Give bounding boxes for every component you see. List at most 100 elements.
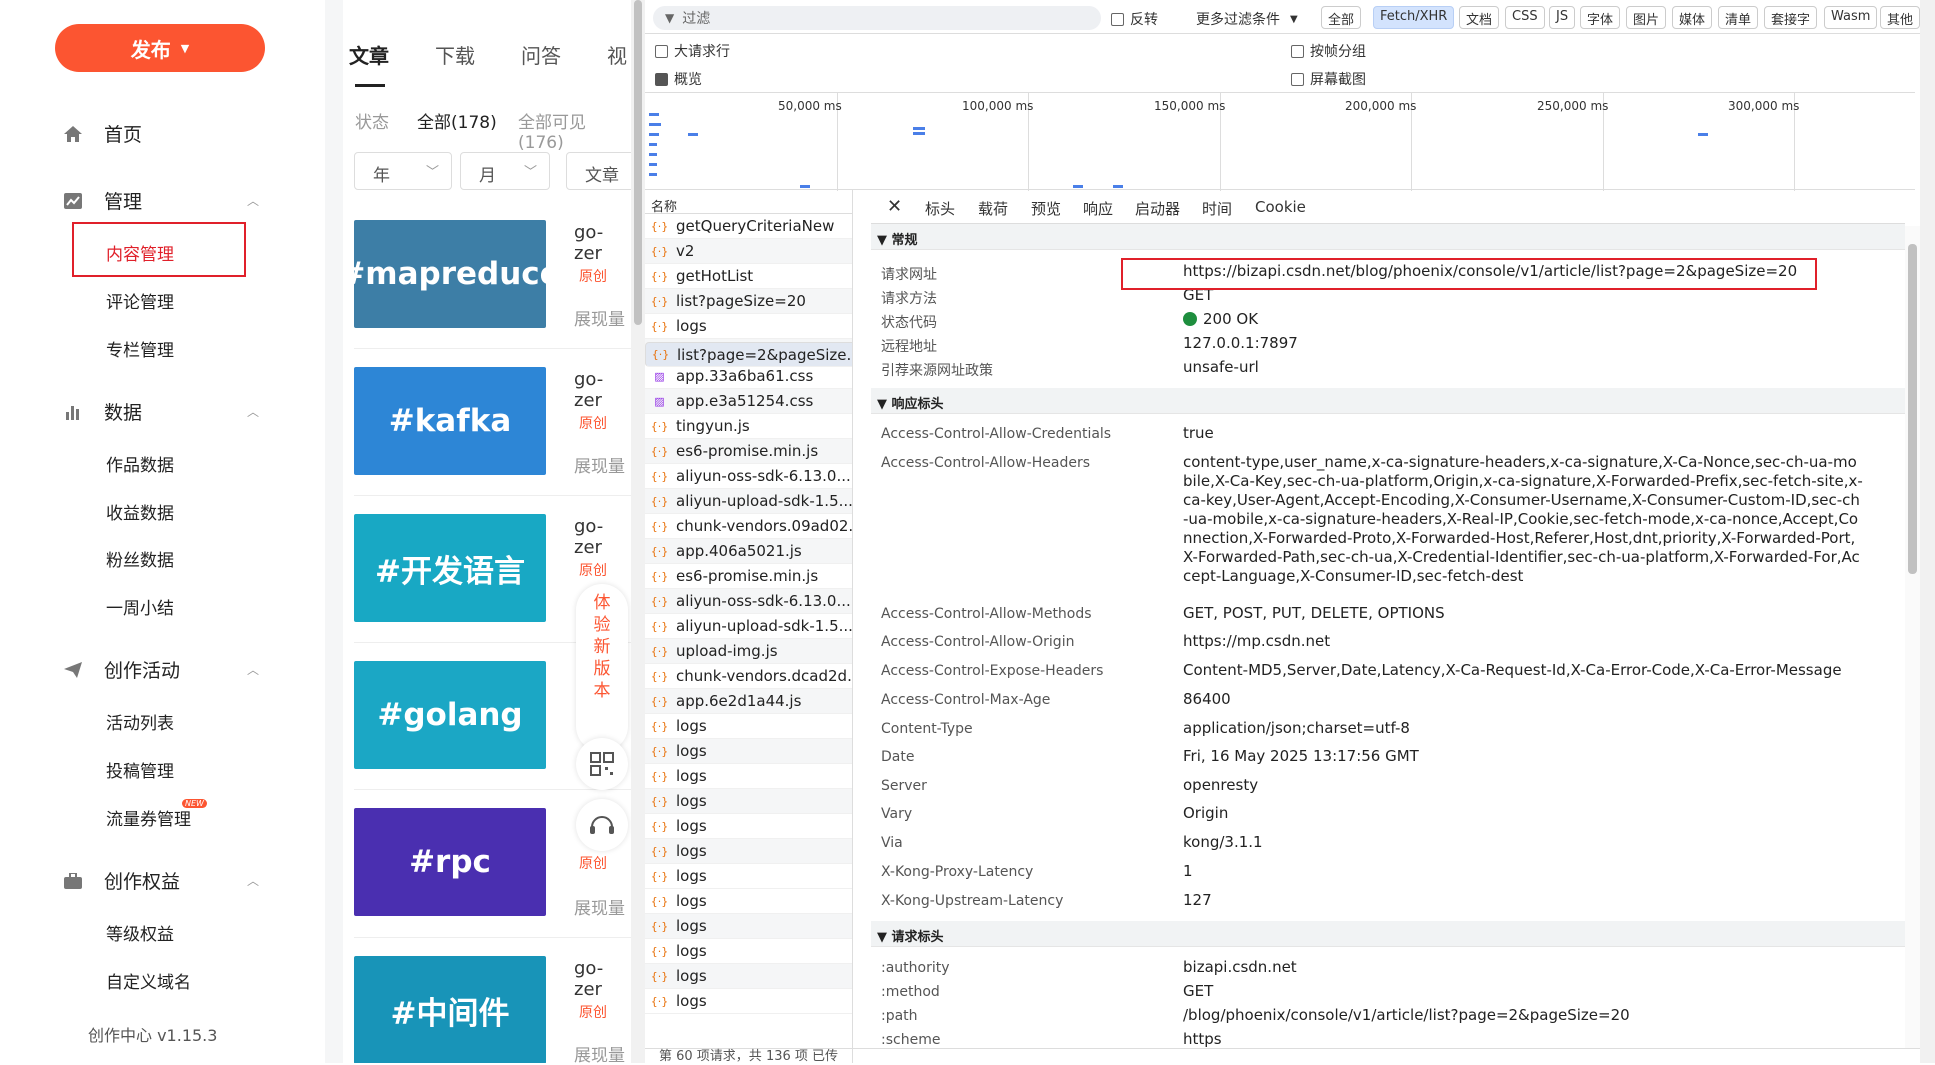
tab-qa[interactable]: 问答 xyxy=(521,40,561,69)
nav-level-rights[interactable]: 等级权益 xyxy=(106,920,174,945)
nav-content-mgmt[interactable]: 内容管理 xyxy=(106,240,174,265)
request-row[interactable]: {·} list?page=2&pageSize... xyxy=(645,342,852,367)
nav-income-data[interactable]: 收益数据 xyxy=(106,499,174,524)
article-cover[interactable]: #开发语言 xyxy=(354,514,546,622)
filter-input[interactable]: ▼ 过滤 xyxy=(653,6,1101,30)
request-row[interactable]: {·} aliyun-oss-sdk-6.13.0.... xyxy=(645,589,852,614)
type-filter-other[interactable]: 其他 xyxy=(1880,6,1921,29)
article-cover[interactable]: #golang xyxy=(354,661,546,769)
article-cover[interactable]: #中间件 xyxy=(354,956,546,1063)
group-by-frame-checkbox[interactable]: 按帧分组 xyxy=(1291,41,1366,61)
response-headers-section-header[interactable]: ▼ 响应标头 xyxy=(871,388,1905,414)
nav-works-data[interactable]: 作品数据 xyxy=(106,451,174,476)
nav-column-mgmt[interactable]: 专栏管理 xyxy=(106,336,174,361)
tab-cookie[interactable]: Cookie xyxy=(1255,198,1306,216)
request-row[interactable]: {·} es6-promise.min.js xyxy=(645,439,852,464)
tab-headers[interactable]: 标头 xyxy=(925,198,956,227)
article-cover[interactable]: #kafka xyxy=(354,367,546,475)
type-filter-manifest[interactable]: 清单 xyxy=(1718,6,1759,29)
request-row[interactable]: {·} getQueryCriteriaNew xyxy=(645,214,852,239)
tab-article[interactable]: 文章 xyxy=(349,40,389,69)
nav-activity-list[interactable]: 活动列表 xyxy=(106,709,174,734)
request-row[interactable]: {·} logs xyxy=(645,764,852,789)
request-row[interactable]: {·} logs xyxy=(645,914,852,939)
type-filter-wasm[interactable]: Wasm xyxy=(1824,6,1878,29)
nav-custom-domain[interactable]: 自定义域名 xyxy=(106,968,191,993)
request-row[interactable]: {·} logs xyxy=(645,314,852,339)
type-select[interactable]: 文章 xyxy=(566,152,631,190)
nav-weekly[interactable]: 一周小结 xyxy=(106,594,174,619)
type-filter-css[interactable]: CSS xyxy=(1505,6,1545,29)
nav-fans-data[interactable]: 粉丝数据 xyxy=(106,546,174,571)
request-row[interactable]: {·} v2 xyxy=(645,239,852,264)
nav-rights[interactable]: 创作权益 ︿ xyxy=(62,867,259,894)
screenshots-checkbox[interactable]: 屏幕截图 xyxy=(1291,69,1366,89)
nav-activity[interactable]: 创作活动 ︿ xyxy=(62,656,259,683)
qrcode-icon[interactable] xyxy=(576,738,628,790)
request-row[interactable]: {·} logs xyxy=(645,789,852,814)
big-rows-checkbox[interactable]: 大请求行 xyxy=(655,41,730,61)
request-row[interactable]: {·} logs xyxy=(645,939,852,964)
tab-download[interactable]: 下载 xyxy=(435,40,475,69)
nav-data[interactable]: 数据 ︿ xyxy=(62,398,259,425)
tab-response[interactable]: 响应 xyxy=(1083,198,1113,219)
request-row[interactable]: {·} chunk-vendors.dcad2d... xyxy=(645,664,852,689)
request-row[interactable]: {·} aliyun-upload-sdk-1.5.... xyxy=(645,489,852,514)
request-row[interactable]: {·} logs xyxy=(645,714,852,739)
overview-checkbox[interactable]: 概览 xyxy=(655,69,702,89)
type-filter-font[interactable]: 字体 xyxy=(1580,6,1621,29)
request-row[interactable]: {·} upload-img.js xyxy=(645,639,852,664)
year-select[interactable]: 年 ﹀ xyxy=(354,152,452,190)
scrollbar-thumb[interactable] xyxy=(1908,244,1917,574)
article-cover[interactable]: #mapreduce xyxy=(343,220,561,328)
request-row[interactable]: {·} app.406a5021.js xyxy=(645,539,852,564)
tab-payload[interactable]: 载荷 xyxy=(978,198,1008,219)
nav-comment-mgmt[interactable]: 评论管理 xyxy=(106,288,174,313)
request-row[interactable]: {·} tingyun.js xyxy=(645,414,852,439)
article-cover[interactable]: #rpc xyxy=(354,808,546,916)
more-filters-dropdown[interactable]: 更多过滤条件 ▼ xyxy=(1196,9,1298,29)
nav-submission[interactable]: 投稿管理 xyxy=(106,757,174,782)
request-row[interactable]: {·} logs xyxy=(645,989,852,1014)
request-row[interactable]: {·} aliyun-oss-sdk-6.13.0.... xyxy=(645,464,852,489)
publish-button[interactable]: 发布 ▼ xyxy=(55,24,265,72)
request-row[interactable]: {·} getHotList xyxy=(645,264,852,289)
month-select[interactable]: 月 ﹀ xyxy=(460,152,550,190)
request-row[interactable]: {·} logs xyxy=(645,864,852,889)
tab-initiator[interactable]: 启动器 xyxy=(1135,198,1180,219)
type-filter-socket[interactable]: 套接字 xyxy=(1764,6,1818,29)
close-icon[interactable]: ✕ xyxy=(887,196,902,217)
detail-scrollbar[interactable] xyxy=(1905,226,1921,1048)
name-column-header[interactable]: 名称 xyxy=(645,190,852,215)
type-filter-doc[interactable]: 文档 xyxy=(1459,6,1500,29)
try-new-version-button[interactable]: 体验新版本 xyxy=(576,584,628,752)
filter-all[interactable]: 全部(178) xyxy=(417,108,497,133)
request-row[interactable]: {·} logs xyxy=(645,839,852,864)
scrollbar-thumb[interactable] xyxy=(634,0,642,325)
request-row[interactable]: ▨ app.33a6ba61.css xyxy=(645,364,852,389)
request-row[interactable]: {·} app.6e2d1a44.js xyxy=(645,689,852,714)
nav-traffic[interactable]: 流量券管理 NEW xyxy=(106,799,207,830)
invert-checkbox[interactable]: 反转 xyxy=(1111,9,1158,29)
type-filter-media[interactable]: 媒体 xyxy=(1672,6,1713,29)
request-headers-section-header[interactable]: ▼ 请求标头 xyxy=(871,921,1905,947)
request-row[interactable]: {·} es6-promise.min.js xyxy=(645,564,852,589)
request-row[interactable]: {·} chunk-vendors.09ad02... xyxy=(645,514,852,539)
request-row[interactable]: {·} logs xyxy=(645,739,852,764)
general-section-header[interactable]: ▼ 常规 xyxy=(871,224,1905,250)
request-row[interactable]: ▨ app.e3a51254.css xyxy=(645,389,852,414)
tab-timing[interactable]: 时间 xyxy=(1202,198,1232,219)
request-row[interactable]: {·} logs xyxy=(645,964,852,989)
content-scrollbar[interactable] xyxy=(631,0,645,1063)
headset-icon[interactable] xyxy=(576,799,628,851)
tab-video[interactable]: 视 xyxy=(607,40,627,69)
nav-manage[interactable]: 管理 ︿ xyxy=(62,187,259,214)
request-row[interactable]: {·} list?pageSize=20 xyxy=(645,289,852,314)
filter-visible[interactable]: 全部可见(176) xyxy=(518,108,631,153)
type-filter-js[interactable]: JS xyxy=(1549,6,1576,29)
request-row[interactable]: {·} logs xyxy=(645,889,852,914)
type-filter-img[interactable]: 图片 xyxy=(1626,6,1667,29)
request-row[interactable]: {·} logs xyxy=(645,814,852,839)
tab-preview[interactable]: 预览 xyxy=(1031,198,1061,219)
nav-home[interactable]: 首页 xyxy=(62,120,142,147)
